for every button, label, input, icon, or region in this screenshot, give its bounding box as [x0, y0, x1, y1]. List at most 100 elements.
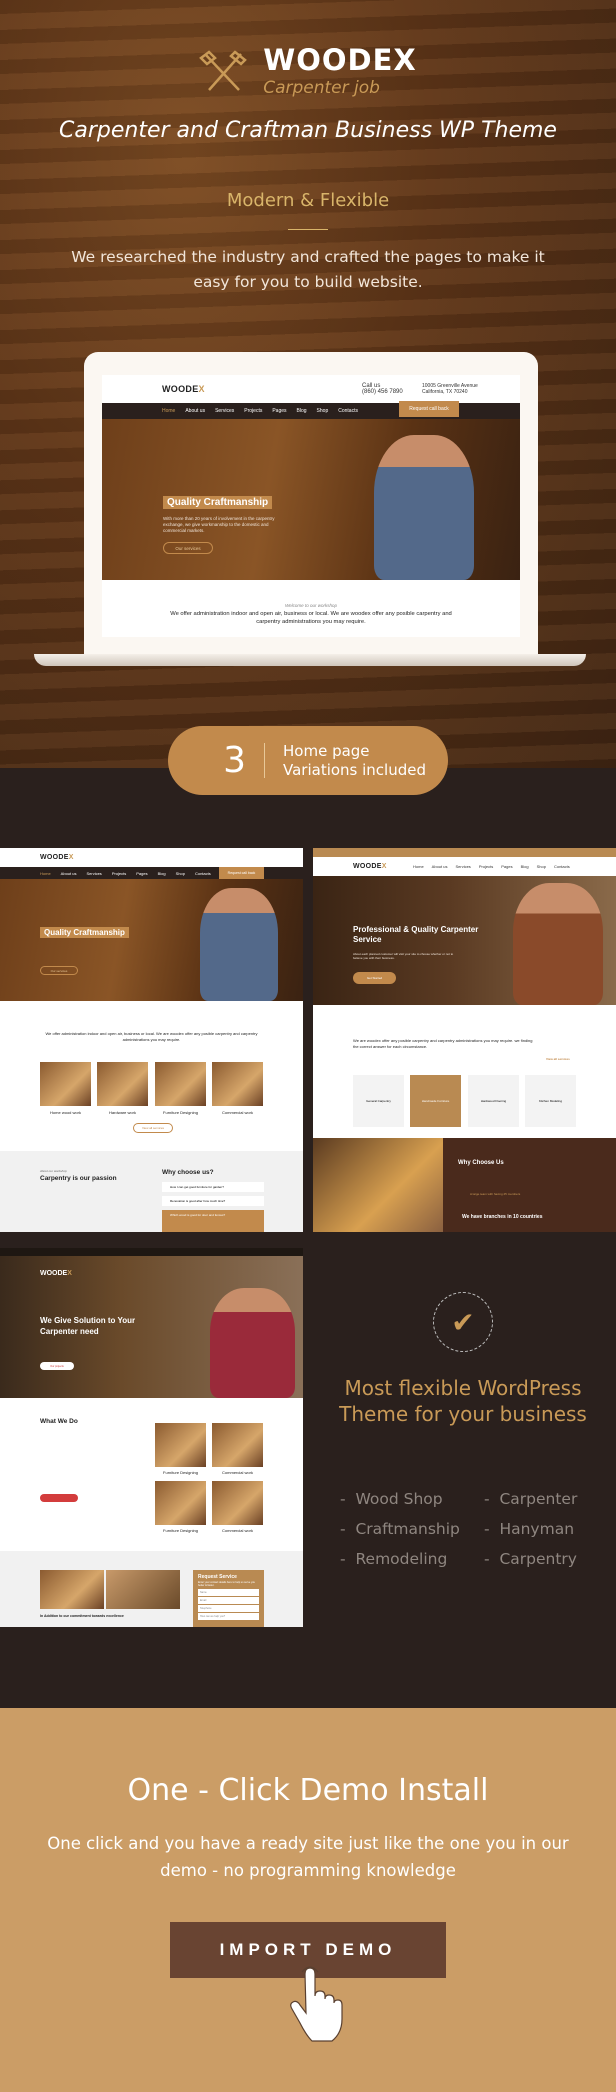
service-card-active[interactable]: Handmade Furniture [410, 1075, 461, 1127]
service-caption: Commercial work [222, 1470, 253, 1475]
get-started-button[interactable]: Get Started [353, 972, 396, 984]
cta-title: One - Click Demo Install [127, 1773, 489, 1808]
nav-contacts[interactable]: Contacts [338, 408, 358, 414]
mini-logo: WOODEX [162, 384, 205, 394]
carpenter-photo [513, 883, 603, 1005]
request-callback-button[interactable]: Request call back [399, 401, 459, 417]
nav-shop[interactable]: Shop [317, 408, 329, 414]
brand-name: WOODEX [263, 43, 417, 77]
service-card[interactable]: General Carpentry [353, 1075, 404, 1127]
feature-item: - Hanyman [484, 1520, 575, 1538]
view-all-services-button[interactable]: View all services [133, 1123, 173, 1133]
service-caption: Furniture Designing [163, 1110, 198, 1115]
service-image [97, 1062, 148, 1106]
carpenter-photo [200, 888, 278, 1001]
variations-count: 3 [223, 740, 246, 781]
home-variation-2-preview[interactable]: WOODEX Home About us Services Projects Pages B… [313, 848, 616, 1232]
hero-title: Professional & Quality Carpenter Service [353, 925, 479, 944]
nav-blog[interactable]: Blog [297, 408, 307, 414]
hero-title: Quality Craftmanship [163, 496, 273, 509]
nav-home[interactable]: Home [162, 408, 175, 414]
why-bullet: A large team with having 25 members [470, 1192, 521, 1196]
features-headline: Most flexible WordPress Theme for your b… [339, 1376, 587, 1426]
hero-title: We Give Solution to Your Carpenter need [40, 1316, 136, 1336]
email-field[interactable]: Email [198, 1597, 259, 1604]
top-bar [0, 1248, 303, 1256]
about-title: Carpentry is our passion [40, 1175, 117, 1182]
hero-subtitle: Modern & Flexible [226, 190, 390, 211]
our-services-button[interactable]: Our services [40, 966, 78, 975]
nav-pages[interactable]: Pages [272, 408, 286, 414]
interior-photo [106, 1570, 180, 1609]
why-title: Why choose us? [162, 1169, 214, 1176]
home-variation-3-preview[interactable]: WOODEX We Give Solution to Your Carpente… [0, 1248, 303, 1627]
service-image [155, 1481, 206, 1525]
faq-item[interactable]: Renovation is good after how much time? [162, 1196, 264, 1206]
hero-tagline: Carpenter and Craftman Business WP Theme [59, 118, 557, 143]
feature-item: - Wood Shop [340, 1490, 443, 1508]
mini-header: WOODEX Call us (860) 456 7890 10005 Green… [102, 375, 520, 403]
carpenter-photo [374, 435, 474, 580]
carpenter-photo [210, 1288, 295, 1398]
feature-item: - Carpentry [484, 1550, 577, 1568]
service-card[interactable]: Kitchen Modeling [525, 1075, 576, 1127]
mini-header: WOODEX [0, 848, 303, 867]
service-caption: Commercial work [222, 1528, 253, 1533]
mini-logo: WOODEX [40, 1270, 72, 1277]
welcome-label: Welcome to our workshop [285, 603, 337, 608]
hand-pointer-icon [290, 1966, 343, 2042]
tools-icon [199, 49, 248, 91]
service-image [155, 1423, 206, 1467]
service-caption: Home wood work [50, 1110, 81, 1115]
mini-header: WOODEX Home About us Services Projects Pages B… [313, 857, 616, 876]
hero-text: With more than 20 years of involvement i… [163, 516, 275, 534]
service-caption: Hardware work [109, 1110, 136, 1115]
view-all-services-link[interactable]: View all services [546, 1057, 570, 1061]
request-service-form: Request Service Enter your contact detai… [193, 1570, 264, 1627]
name-field[interactable]: Name [198, 1589, 259, 1596]
variations-label: Home page Variations included [283, 741, 426, 779]
welcome-text: We offer administration indoor and open … [45, 1031, 258, 1042]
service-image [40, 1062, 91, 1106]
workshop-photo [313, 1138, 443, 1232]
lead-text: We are woodex offer any posible carpentr… [353, 1038, 533, 1049]
service-caption: Furniture Designing [163, 1470, 198, 1475]
feature-item: - Craftmanship [340, 1520, 460, 1538]
request-callback-button[interactable]: Request call back [219, 867, 264, 879]
laptop-base [34, 654, 586, 666]
service-image [212, 1481, 263, 1525]
top-bar [313, 848, 616, 857]
feature-item: - Remodeling [340, 1550, 448, 1568]
message-field[interactable]: How can we help you? [198, 1613, 259, 1620]
mini-phone: Call us (860) 456 7890 [362, 383, 403, 395]
hero-intro: We researched the industry and crafted t… [71, 248, 545, 291]
service-image [212, 1423, 263, 1467]
brand-logo: WOODEX Carpenter job [0, 46, 616, 98]
mini-address: 10005 Greenville Avenue California, TX 70… [422, 383, 478, 395]
faq-item[interactable]: How I can get good furniture for garden? [162, 1182, 264, 1192]
checkmark-icon: ✔ [433, 1292, 493, 1352]
faq-item-active[interactable]: Which wood is good for door and fences? [162, 1210, 264, 1232]
services-button[interactable] [40, 1494, 78, 1502]
service-caption: Furniture Designing [163, 1528, 198, 1533]
why-bullet: We have branches in 10 countries [462, 1214, 543, 1220]
request-text: Enter your contact details here to help … [198, 1581, 255, 1587]
service-caption: Commercial work [222, 1110, 253, 1115]
service-card[interactable]: Hardwood Flooring [468, 1075, 519, 1127]
nav-services[interactable]: Services [215, 408, 234, 414]
cta-text: One click and you have a ready site just… [47, 1834, 569, 1880]
addition-title: In Addition to our commitment towards ex… [40, 1614, 124, 1618]
brand-subtitle: Carpenter job [263, 78, 380, 98]
telephone-field[interactable]: Telephone [198, 1605, 259, 1612]
feature-item: - Carpenter [484, 1490, 578, 1508]
service-image [155, 1062, 206, 1106]
work-photo [40, 1570, 104, 1609]
nav-projects[interactable]: Projects [244, 408, 262, 414]
home-variation-1-preview[interactable]: WOODEX Home About us Services Projects Pages… [0, 848, 303, 1232]
nav-about[interactable]: About us [185, 408, 205, 414]
our-services-button[interactable]: Our services [163, 542, 213, 554]
hero-title: Quality Craftmanship [40, 927, 129, 938]
service-image [212, 1062, 263, 1106]
our-projects-button[interactable]: Our projects [40, 1362, 74, 1370]
about-label: About our workshop [40, 1169, 67, 1173]
